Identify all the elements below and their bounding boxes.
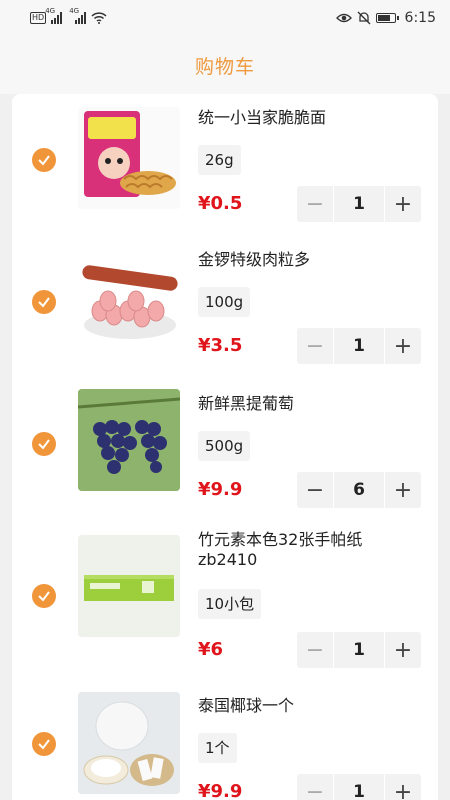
grape-image[interactable] xyxy=(78,389,180,491)
item-checkbox[interactable] xyxy=(32,732,56,756)
checkmark-icon xyxy=(38,155,50,166)
cart-item: 泰国椰球一个 1个 ¥9.9 − 1 + xyxy=(12,682,438,800)
sausage-image[interactable] xyxy=(78,249,180,351)
cart-list: 统一小当家脆脆面 26g ¥0.5 − 1 + 金锣特级肉粒多 100g ¥3.… xyxy=(12,94,438,800)
item-spec: 100g xyxy=(198,287,251,317)
item-checkbox[interactable] xyxy=(32,148,56,172)
quantity-value[interactable]: 1 xyxy=(334,774,384,800)
increase-button[interactable]: + xyxy=(385,328,421,364)
item-checkbox[interactable] xyxy=(32,432,56,456)
decrease-button[interactable]: − xyxy=(297,186,333,222)
mute-bell-icon xyxy=(357,11,371,25)
quantity-stepper: − 1 + xyxy=(297,328,421,364)
cell-signal-icon: 4G xyxy=(45,7,63,24)
increase-button[interactable]: + xyxy=(385,472,421,508)
battery-icon xyxy=(375,13,399,23)
network-type-label-2: 4G xyxy=(69,7,80,15)
item-price: ¥9.9 xyxy=(198,479,243,500)
checkmark-icon xyxy=(38,591,50,602)
item-spec: 1个 xyxy=(198,733,237,763)
status-bar: HD 4G 4G 6:15 xyxy=(0,0,450,36)
noodle-snack-image[interactable] xyxy=(78,107,180,209)
item-spec: 10小包 xyxy=(198,589,262,619)
network-type-label: 4G xyxy=(45,7,56,15)
status-left: HD 4G 4G xyxy=(30,7,107,24)
checkmark-icon xyxy=(38,439,50,450)
decrease-button[interactable]: − xyxy=(297,472,333,508)
decrease-button[interactable]: − xyxy=(297,632,333,668)
quantity-stepper: − 1 + xyxy=(297,186,421,222)
quantity-value[interactable]: 1 xyxy=(334,186,384,222)
quantity-value[interactable]: 1 xyxy=(334,328,384,364)
item-checkbox[interactable] xyxy=(32,290,56,314)
clock: 6:15 xyxy=(404,10,436,26)
status-right: 6:15 xyxy=(335,10,436,26)
increase-button[interactable]: + xyxy=(385,632,421,668)
quantity-stepper: − 1 + xyxy=(297,632,421,668)
eye-icon xyxy=(335,13,352,23)
item-name[interactable]: 统一小当家脆脆面 xyxy=(198,108,408,128)
coconut-image[interactable] xyxy=(78,692,180,794)
increase-button[interactable]: + xyxy=(385,186,421,222)
cart-item: 竹元素本色32张手帕纸zb2410 10小包 ¥6 − 1 + xyxy=(12,520,438,682)
wifi-icon xyxy=(91,12,107,24)
item-name[interactable]: 竹元素本色32张手帕纸zb2410 xyxy=(198,530,408,570)
checkmark-icon xyxy=(38,297,50,308)
decrease-button[interactable]: − xyxy=(297,328,333,364)
cart-item: 新鲜黑提葡萄 500g ¥9.9 − 6 + xyxy=(12,378,438,520)
item-price: ¥3.5 xyxy=(198,335,243,356)
item-name[interactable]: 金锣特级肉粒多 xyxy=(198,250,408,270)
cart-item: 统一小当家脆脆面 26g ¥0.5 − 1 + xyxy=(12,94,438,236)
tissue-box-image[interactable] xyxy=(78,535,180,637)
item-price: ¥9.9 xyxy=(198,781,243,800)
hd-badge: HD xyxy=(30,12,47,24)
page-title: 购物车 xyxy=(194,55,255,78)
item-spec: 26g xyxy=(198,145,241,175)
page-header: 购物车 xyxy=(0,36,450,94)
item-spec: 500g xyxy=(198,431,251,461)
battery-fill xyxy=(377,15,391,21)
quantity-stepper: − 6 + xyxy=(297,472,421,508)
quantity-value[interactable]: 1 xyxy=(334,632,384,668)
item-name[interactable]: 泰国椰球一个 xyxy=(198,696,408,716)
cell-signal-icon-2: 4G xyxy=(69,7,87,24)
checkmark-icon xyxy=(38,739,50,750)
item-checkbox[interactable] xyxy=(32,584,56,608)
decrease-button[interactable]: − xyxy=(297,774,333,800)
quantity-value[interactable]: 6 xyxy=(334,472,384,508)
item-name[interactable]: 新鲜黑提葡萄 xyxy=(198,394,408,414)
increase-button[interactable]: + xyxy=(385,774,421,800)
cart-item: 金锣特级肉粒多 100g ¥3.5 − 1 + xyxy=(12,236,438,378)
item-price: ¥6 xyxy=(198,639,224,660)
quantity-stepper: − 1 + xyxy=(297,774,421,800)
item-price: ¥0.5 xyxy=(198,193,243,214)
